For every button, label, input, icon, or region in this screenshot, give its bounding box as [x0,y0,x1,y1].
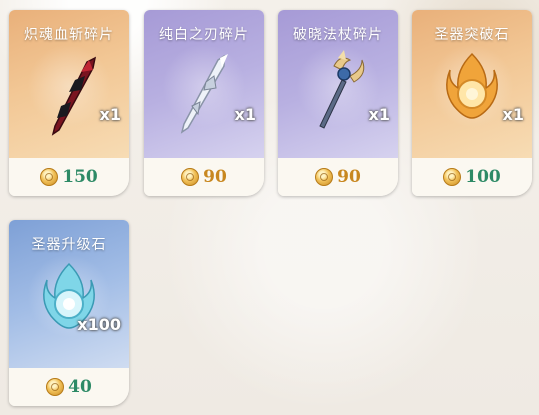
price-amount: 150 [62,167,98,187]
item-quantity: x100 [77,315,121,334]
item-price: 40 [9,368,129,406]
item-price: 100 [412,158,532,196]
shop-item-card[interactable]: 破晓法杖碎片 x1 90 [278,10,398,196]
item-price: 150 [9,158,129,196]
item-quantity: x1 [368,105,390,124]
coin-icon [443,168,462,186]
item-quantity: x1 [234,105,256,124]
price-amount: 90 [203,167,227,187]
price-amount: 40 [68,377,92,397]
item-name: 圣器升级石 [31,237,107,253]
coin-icon [40,168,59,186]
coin-icon [181,168,200,186]
shop-item-card[interactable]: 炽魂血斩碎片 x1 150 [9,10,129,196]
item-quantity: x1 [99,105,121,124]
item-name: 破晓法杖碎片 [293,27,383,43]
coin-icon [46,378,65,396]
price-amount: 100 [465,167,501,187]
shop-item-card[interactable]: 圣器升级石 x100 40 [9,220,129,406]
item-name: 圣器突破石 [434,27,510,43]
shop-item-card[interactable]: 圣器突破石 x1 100 [412,10,532,196]
item-price: 90 [278,158,398,196]
item-name: 炽魂血斩碎片 [24,27,114,43]
item-price: 90 [144,158,264,196]
shop-item-card[interactable]: 纯白之刃碎片 x1 90 [144,10,264,196]
item-quantity: x1 [502,105,524,124]
coin-icon [315,168,334,186]
item-name: 纯白之刃碎片 [159,27,249,43]
price-amount: 90 [337,167,361,187]
